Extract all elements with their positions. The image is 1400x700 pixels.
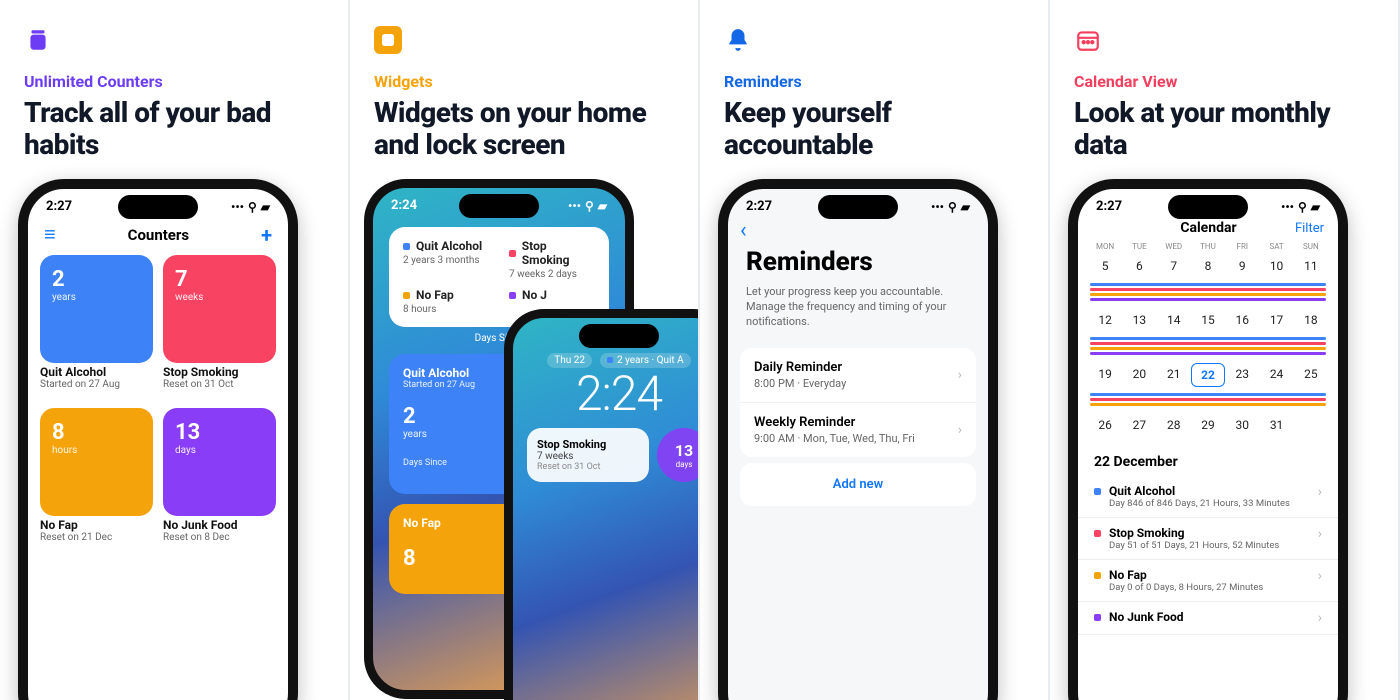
eyebrow: Widgets (374, 72, 678, 91)
calendar-day[interactable]: 18 (1294, 309, 1328, 331)
phone-mock-counters: 2:27 •••⚲▰ ≡ Counters + 2years Quit Alco… (18, 179, 298, 700)
counter-card[interactable]: 8hours No FapReset on 21 Dec (40, 408, 153, 543)
headline: Keep yourself accountable (724, 97, 1028, 161)
calendar-day[interactable]: 23 (1225, 363, 1259, 387)
calendar-day[interactable]: 26 (1088, 414, 1122, 436)
feature-panel-counters: Unlimited Counters Track all of your bad… (0, 0, 350, 700)
calendar-entry[interactable]: Quit AlcoholDay 846 of 846 Days, 21 Hour… (1078, 476, 1338, 518)
calendar-icon (1074, 26, 1102, 54)
calendar-day[interactable]: 6 (1122, 255, 1156, 277)
calendar-day[interactable]: 17 (1259, 309, 1293, 331)
calendar-day[interactable]: 16 (1225, 309, 1259, 331)
lock-widget-circle[interactable]: 13 days (657, 428, 700, 482)
nav-title: Counters (128, 226, 189, 244)
chevron-right-icon: › (1318, 526, 1322, 542)
calendar-day[interactable]: 30 (1225, 414, 1259, 436)
headline: Track all of your bad habits (24, 97, 328, 161)
calendar-day[interactable]: 14 (1157, 309, 1191, 331)
feature-panel-reminders: Reminders Keep yourself accountable 2:27… (700, 0, 1050, 700)
page-title: Reminders (728, 243, 988, 281)
headline: Look at your monthly data (1074, 97, 1378, 161)
calendar-day[interactable]: 11 (1294, 255, 1328, 277)
calendar-entry[interactable]: Stop SmokingDay 51 of 51 Days, 21 Hours,… (1078, 518, 1338, 560)
calendar-day[interactable]: 31 (1259, 414, 1293, 436)
back-button[interactable]: ‹ (728, 218, 988, 243)
chevron-right-icon: › (1318, 484, 1322, 500)
dynamic-island (1168, 195, 1248, 219)
reminder-row[interactable]: Daily Reminder8:00 PM · Everyday› (740, 348, 976, 403)
add-icon[interactable]: + (261, 223, 272, 247)
calendar-day[interactable]: 12 (1088, 309, 1122, 331)
calendar-day (1294, 414, 1328, 436)
page-subtitle: Let your progress keep you accountable. … (728, 281, 988, 342)
calendar-day[interactable]: 7 (1157, 255, 1191, 277)
reminder-row[interactable]: Weekly Reminder9:00 AM · Mon, Tue, Wed, … (740, 403, 976, 457)
filter-button[interactable]: Filter (1295, 221, 1324, 236)
widget-icon (374, 26, 402, 54)
phone-mock-reminders: 2:27 •••⚲▰ ‹ Reminders Let your progress… (718, 179, 998, 700)
calendar-day[interactable]: 20 (1122, 363, 1156, 387)
calendar-day[interactable]: 9 (1225, 255, 1259, 277)
calendar-day[interactable]: 5 (1088, 255, 1122, 277)
headline: Widgets on your home and lock screen (374, 97, 678, 161)
chevron-right-icon: › (958, 367, 962, 383)
feature-panel-calendar: Calendar View Look at your monthly data … (1050, 0, 1400, 700)
dynamic-island (118, 195, 198, 219)
counter-card[interactable]: 2years Quit AlcoholStarted on 27 Aug (40, 255, 153, 390)
chevron-right-icon: › (958, 422, 962, 438)
calendar-day[interactable]: 25 (1294, 363, 1328, 387)
feature-panel-widgets: Widgets Widgets on your home and lock sc… (350, 0, 700, 700)
calendar-day[interactable]: 29 (1191, 414, 1225, 436)
calendar-day[interactable]: 13 (1122, 309, 1156, 331)
selected-date-heading: 22 December (1078, 444, 1338, 476)
add-new-button[interactable]: Add new (740, 463, 976, 506)
calendar-day[interactable]: 27 (1122, 414, 1156, 436)
calendar-day[interactable]: 15 (1191, 309, 1225, 331)
bell-icon (724, 26, 752, 54)
calendar-day[interactable]: 10 (1259, 255, 1293, 277)
jar-icon (24, 26, 52, 54)
dynamic-island (579, 324, 659, 348)
calendar-day[interactable]: 28 (1157, 414, 1191, 436)
dynamic-island (459, 194, 539, 218)
calendar-day[interactable]: 21 (1157, 363, 1191, 387)
counter-card[interactable]: 7weeks Stop SmokingReset on 31 Oct (163, 255, 276, 390)
eyebrow: Reminders (724, 72, 1028, 91)
nav-title: Calendar (1180, 220, 1236, 236)
lock-time: 2:24 (513, 370, 700, 418)
eyebrow: Calendar View (1074, 72, 1378, 91)
calendar-entry[interactable]: No FapDay 0 of 0 Days, 8 Hours, 27 Minut… (1078, 560, 1338, 602)
lock-widget-card[interactable]: Stop Smoking 7 weeks Reset on 31 Oct (527, 428, 649, 482)
calendar-day[interactable]: 8 (1191, 255, 1225, 277)
counter-card[interactable]: 13days No Junk FoodReset on 8 Dec (163, 408, 276, 543)
list-icon[interactable]: ≡ (44, 222, 56, 247)
phone-mock-lock: Thu 22 2 years · Quit A 2:24 Stop Smokin… (504, 309, 700, 700)
calendar-day[interactable]: 19 (1088, 363, 1122, 387)
calendar-entry[interactable]: No Junk Food › (1078, 602, 1338, 635)
chevron-right-icon: › (1318, 610, 1322, 626)
calendar-day[interactable]: 22 (1191, 363, 1225, 387)
phone-mock-calendar: 2:27 •••⚲▰ Calendar Filter MONTUEWEDTHUF… (1068, 179, 1348, 700)
dynamic-island (818, 195, 898, 219)
calendar-day[interactable]: 24 (1259, 363, 1293, 387)
chevron-right-icon: › (1318, 568, 1322, 584)
eyebrow: Unlimited Counters (24, 72, 328, 91)
